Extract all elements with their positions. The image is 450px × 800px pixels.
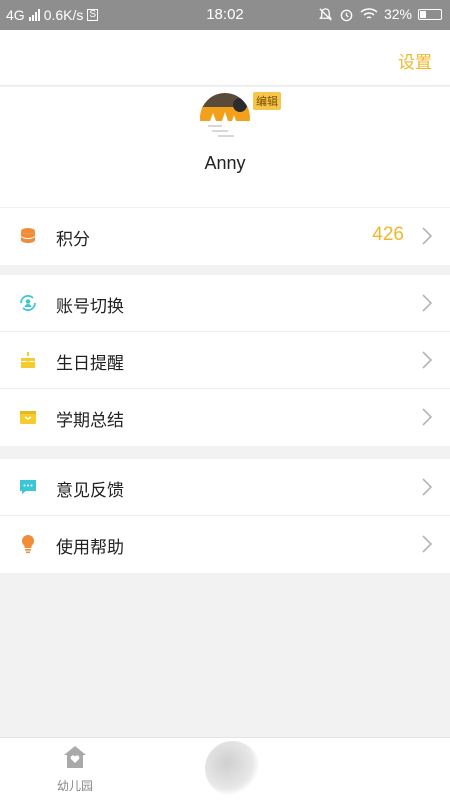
tab-label-kindergarten: 幼儿园 <box>56 779 93 793</box>
profile-section: 编辑 Anny <box>0 87 450 207</box>
menu-item-points[interactable]: 积分 426 <box>0 208 450 265</box>
battery-icon <box>418 8 442 20</box>
settings-link[interactable]: 设置 <box>398 48 432 73</box>
edit-badge[interactable]: 编辑 <box>253 92 281 110</box>
menu-label-term-summary: 学期总结 <box>56 411 124 430</box>
blurred-overlay <box>205 741 260 796</box>
avatar-image <box>200 93 250 143</box>
menu-item-account-switch[interactable]: 账号切换 <box>0 275 450 332</box>
lightbulb-icon <box>21 534 35 554</box>
menu-label-help: 使用帮助 <box>56 538 124 557</box>
alarm-icon <box>340 9 353 21</box>
menu-item-feedback[interactable]: 意见反馈 <box>0 459 450 516</box>
username: Anny <box>204 153 246 173</box>
status-bar: 4G 0.6K/s S 18:02 32% <box>0 0 450 30</box>
menu-item-help[interactable]: 使用帮助 <box>0 516 450 573</box>
menu-label-birthday-reminder: 生日提醒 <box>56 354 124 373</box>
top-bar: 设置 <box>0 30 450 86</box>
folder-box-icon <box>20 411 36 424</box>
menu-item-birthday-reminder[interactable]: 生日提醒 <box>0 332 450 389</box>
chevron-right-icon <box>422 408 433 426</box>
kindergarten-house-icon <box>64 746 86 768</box>
bell-off-icon <box>319 7 332 21</box>
coins-stack-icon <box>21 228 35 243</box>
menu-label-points: 积分 <box>56 230 90 249</box>
feedback-chat-icon <box>20 480 36 494</box>
chevron-right-icon <box>422 351 433 369</box>
menu-label-account-switch: 账号切换 <box>56 297 124 316</box>
account-section: 账号切换 生日提醒 学期总结 <box>0 275 450 446</box>
avatar[interactable] <box>200 93 250 143</box>
wifi-icon <box>360 8 378 19</box>
support-section: 意见反馈 使用帮助 <box>0 459 450 573</box>
battery-percent: 32% <box>383 6 412 22</box>
points-value: 426 <box>372 224 404 245</box>
status-right: 32% <box>318 6 442 22</box>
birthday-cake-icon <box>21 352 35 368</box>
account-switch-icon <box>20 295 36 311</box>
chevron-right-icon <box>422 227 433 245</box>
chevron-right-icon <box>422 478 433 496</box>
menu-label-feedback: 意见反馈 <box>56 481 124 500</box>
menu-item-term-summary[interactable]: 学期总结 <box>0 389 450 446</box>
chevron-right-icon <box>422 535 433 553</box>
chevron-right-icon <box>422 294 433 312</box>
tab-kindergarten[interactable]: 幼儿园 <box>0 738 150 800</box>
points-section: 积分 426 <box>0 208 450 265</box>
